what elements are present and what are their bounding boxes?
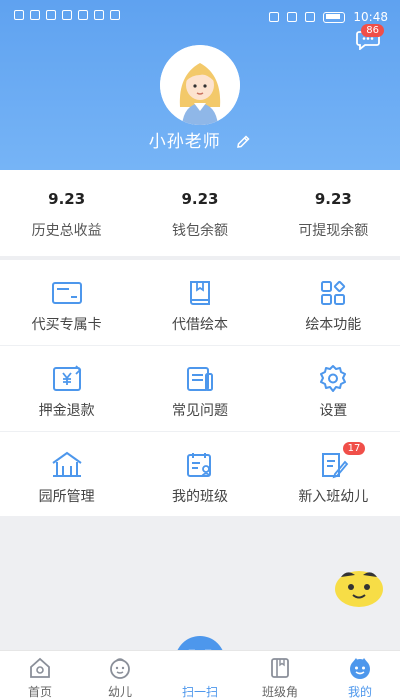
key-icon <box>269 12 280 22</box>
grid-item-book-functions[interactable]: 绘本功能 <box>267 260 400 345</box>
app-icon <box>78 10 88 20</box>
stat-value: 9.23 <box>314 190 352 208</box>
grid-item-buy-card[interactable]: 代买专属卡 <box>0 260 133 345</box>
stat-value: 9.23 <box>48 190 86 208</box>
tab-home[interactable]: 首页 <box>0 651 80 700</box>
grid-item-label: 园所管理 <box>38 489 95 505</box>
stat-label: 历史总收益 <box>31 223 102 239</box>
grid-item-label: 押金退款 <box>38 403 95 419</box>
new-child-icon <box>322 453 349 479</box>
child-icon <box>110 658 130 679</box>
grid-item-new-children[interactable]: 17 新入班幼儿 <box>267 432 400 516</box>
stat-wallet-balance[interactable]: 9.23 钱包余额 <box>133 170 266 256</box>
grid-row: 代买专属卡 代借绘本 绘本功能 <box>0 260 400 346</box>
me-icon <box>350 658 370 679</box>
stat-value: 9.23 <box>181 190 219 208</box>
usb-icon <box>62 10 72 20</box>
grid-item-label: 新入班幼儿 <box>298 489 369 505</box>
grid-item-borrow-book[interactable]: 代借绘本 <box>133 260 266 345</box>
wifi-icon <box>30 10 40 20</box>
status-time: 10:48 <box>353 10 388 24</box>
stat-withdrawable-balance[interactable]: 9.23 可提现余额 <box>267 170 400 256</box>
grid-item-label: 设置 <box>319 403 348 419</box>
tab-label: 扫一扫 <box>181 685 218 699</box>
vibrate-icon <box>305 12 316 22</box>
tab-children[interactable]: 幼儿 <box>80 651 160 700</box>
faq-icon <box>186 367 213 391</box>
book-icon <box>189 281 210 305</box>
profile-header: 10:48 86 小孙老师 <box>0 0 400 170</box>
vpn-icon <box>110 10 120 20</box>
teacher-name: 小孙老师 <box>148 132 221 152</box>
apps-icon <box>321 280 346 305</box>
refund-icon <box>52 365 81 391</box>
mail-icon <box>46 10 56 20</box>
avatar[interactable] <box>160 45 240 125</box>
notification-icon <box>14 10 24 20</box>
tab-label: 幼儿 <box>107 685 132 699</box>
teacher-name-row: 小孙老师 <box>0 127 400 152</box>
tab-me[interactable]: 我的 <box>320 651 400 700</box>
grid-item-deposit-refund[interactable]: 押金退款 <box>0 346 133 431</box>
eye-icon <box>287 12 298 22</box>
tab-label: 班级角 <box>261 685 298 699</box>
card-icon <box>51 282 82 304</box>
tab-label: 我的 <box>347 685 372 699</box>
mascot-assistant-icon[interactable] <box>333 565 385 609</box>
edit-icon[interactable] <box>235 134 251 150</box>
tab-label: 首页 <box>27 685 52 699</box>
grid-item-school-management[interactable]: 园所管理 <box>0 432 133 516</box>
battery-icon <box>323 11 346 23</box>
grid-item-label: 常见问题 <box>171 403 228 419</box>
school-icon <box>52 451 82 477</box>
stat-label: 可提现余额 <box>298 223 369 239</box>
message-badge: 86 <box>361 24 384 37</box>
wallet-stats: 9.23 历史总收益 9.23 钱包余额 9.23 可提现余额 <box>0 170 400 256</box>
stat-total-earnings[interactable]: 9.23 历史总收益 <box>0 170 133 256</box>
grid-item-faq[interactable]: 常见问题 <box>133 346 266 431</box>
tab-class-corner[interactable]: 班级角 <box>240 651 320 700</box>
search-icon <box>94 10 104 20</box>
status-bar: 10:48 <box>0 0 400 34</box>
grid-item-label: 绘本功能 <box>305 317 362 333</box>
class-corner-icon <box>271 658 289 678</box>
new-children-badge: 17 <box>342 442 366 455</box>
grid-item-label: 代借绘本 <box>171 317 228 333</box>
gear-icon <box>320 365 347 392</box>
home-icon <box>30 657 50 678</box>
grid-item-settings[interactable]: 设置 <box>267 346 400 431</box>
class-icon <box>186 453 211 477</box>
status-left-icons <box>14 10 120 20</box>
stat-label: 钱包余额 <box>171 223 228 239</box>
grid-item-label: 我的班级 <box>171 489 228 505</box>
tab-scan[interactable]: 扫一扫 <box>160 651 240 700</box>
teacher-avatar-icon <box>160 45 240 125</box>
bottom-tab-bar: 首页 幼儿 扫一扫 班级角 我的 <box>0 650 400 700</box>
grid-row: 园所管理 我的班级 17 新入班幼儿 <box>0 432 400 516</box>
grid-item-my-class[interactable]: 我的班级 <box>133 432 266 516</box>
function-grid: 代买专属卡 代借绘本 绘本功能 押金退款 常见问题 设置 园所管理 我的班级 1… <box>0 260 400 516</box>
grid-item-label: 代买专属卡 <box>31 317 102 333</box>
grid-row: 押金退款 常见问题 设置 <box>0 346 400 432</box>
status-right-icons: 10:48 <box>269 10 388 24</box>
